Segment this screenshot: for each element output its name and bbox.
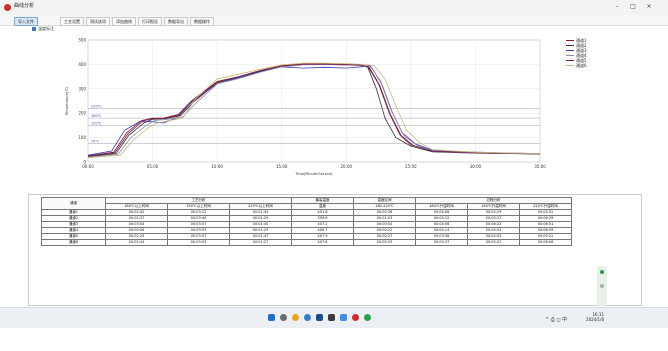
y-tick-label: 400: [78, 62, 86, 67]
clock-date: 2024/1/6: [586, 317, 604, 322]
side-widget[interactable]: [597, 266, 607, 306]
menu-test-options[interactable]: 测试选项: [86, 17, 110, 26]
x-tick-label: 15:00: [276, 164, 288, 169]
chart-legend: 通道1 通道2 通道3 通道4 通道5 通道6: [566, 38, 616, 68]
app-icon[interactable]: [364, 314, 371, 321]
reference-line-label: 220℃: [91, 104, 102, 108]
reference-line-label: 180℃: [91, 114, 102, 118]
x-tick-label: 00:00: [82, 164, 94, 169]
status-dot-icon: [600, 284, 604, 288]
start-icon[interactable]: [268, 314, 275, 321]
temperature-chart: 220℃ 180℃ 150℃ 75℃ 00:00 05:00 10:00 15:00 20:00…: [62, 32, 582, 182]
y-tick-label: 100: [78, 135, 86, 140]
language-indicator[interactable]: 中: [562, 317, 567, 323]
menu-bar: 导入文件 工艺设置 测试选项 添加曲线 打印报告 数据导出 数据操作: [0, 15, 668, 26]
legend-swatch: [566, 40, 574, 41]
table-cell: 00:05:22: [467, 239, 520, 246]
table-cell: 00:00:23: [353, 239, 416, 246]
desktop-margin: [0, 328, 668, 351]
search-icon[interactable]: [280, 314, 287, 321]
x-tick-label: 25:00: [405, 164, 417, 169]
reference-line-label: 150℃: [91, 121, 102, 125]
table-cell: 00:01:27: [229, 239, 292, 246]
menu-add-curve[interactable]: 添加曲线: [112, 17, 136, 26]
table-cell: 407.6: [291, 239, 354, 246]
reference-line-label: 75℃: [91, 140, 99, 144]
temperature-mark-icon[interactable]: [32, 27, 36, 31]
table-row[interactable]: 通道6 00:02:44 00:03:03 00:01:27 407.6 00:00:23…: [41, 239, 572, 246]
x-axis-label: Time(Minute:Second): [294, 172, 333, 176]
legend-label: 通道6: [576, 63, 587, 68]
header-channel: 通道: [41, 197, 106, 210]
legend-item: 通道6: [566, 63, 616, 68]
menu-import-file[interactable]: 导入文件: [14, 17, 38, 26]
menu-data-operations[interactable]: 数据操作: [190, 17, 214, 26]
results-table: 通道 工艺分析 最高温度 温度区间 过程分析 180℃以上时间 150℃以上时间…: [41, 197, 572, 246]
x-tick-label: 35:00: [534, 164, 546, 169]
browser-icon[interactable]: [292, 314, 299, 321]
edge-icon[interactable]: [304, 314, 311, 321]
x-tick-label: 10:00: [211, 164, 223, 169]
maximize-button[interactable]: □: [626, 2, 640, 12]
x-tick-label: 05:00: [147, 164, 159, 169]
legend-swatch: [566, 55, 574, 56]
legend-swatch: [566, 60, 574, 61]
menu-print-report[interactable]: 打印报告: [138, 17, 162, 26]
chart-svg: 220℃ 180℃ 150℃ 75℃ 00:00 05:00 10:00 15:00 20:00…: [65, 38, 546, 177]
app-icon[interactable]: [316, 314, 323, 321]
terminal-icon[interactable]: [328, 314, 335, 321]
table-cell: 00:02:44: [105, 239, 168, 246]
y-tick-label: 200: [78, 111, 86, 116]
channel-cell: 通道6: [41, 239, 106, 246]
table-cell: 00:03:03: [167, 239, 230, 246]
legend-swatch: [566, 45, 574, 46]
table-cell: 00:06:06: [519, 239, 572, 246]
close-button[interactable]: ×: [642, 2, 656, 12]
app-icon: [4, 4, 11, 11]
legend-swatch: [566, 65, 574, 66]
title-bar: 曲线分析 – □ ×: [0, 0, 668, 15]
window-title: 曲线分析: [14, 3, 35, 9]
legend-swatch: [566, 50, 574, 51]
y-axis-label: Temperature(℃): [65, 86, 69, 116]
clock[interactable]: 16:11 2024/1/6: [586, 312, 604, 322]
status-dot-icon: [600, 270, 604, 274]
table-cell: 00:05:37: [415, 239, 468, 246]
x-tick-label: 20:00: [341, 164, 353, 169]
temperature-mark-button[interactable]: 温度标注: [38, 26, 54, 32]
results-panel: 通道 工艺分析 最高温度 温度区间 过程分析 180℃以上时间 150℃以上时间…: [28, 194, 642, 306]
x-tick-label: 30:00: [470, 164, 482, 169]
menu-process-settings[interactable]: 工艺设置: [60, 17, 84, 26]
menu-export-data[interactable]: 数据导出: [164, 17, 188, 26]
y-tick-label: 500: [78, 38, 86, 43]
minimize-button[interactable]: –: [610, 2, 624, 12]
tray-icons[interactable]: ^ ⎙ ◻ 中: [545, 316, 567, 323]
result-tabs: 曲线分析详细数据: [28, 187, 74, 204]
curve-analysis-app-icon[interactable]: [352, 314, 359, 321]
taskbar: ^ ⎙ ◻ 中 16:11 2024/1/6: [0, 307, 668, 328]
y-tick-label: 300: [78, 86, 86, 91]
app-icon[interactable]: [340, 314, 347, 321]
